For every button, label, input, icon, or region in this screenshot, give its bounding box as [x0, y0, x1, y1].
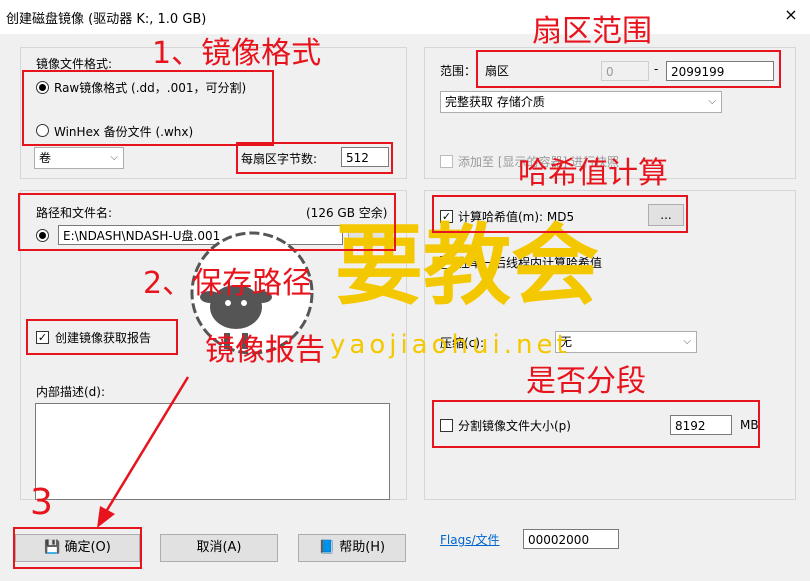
- flags-link[interactable]: Flags/文件: [440, 531, 500, 548]
- help-book-icon: 📘: [318, 540, 340, 555]
- hash-highlight-box: [432, 195, 688, 233]
- description-textarea[interactable]: [35, 403, 390, 500]
- cancel-button[interactable]: 取消(A): [160, 534, 278, 562]
- ok-highlight-box: [13, 527, 142, 569]
- range-label: 范围：: [440, 64, 477, 78]
- annotation-report: 镜像报告: [205, 333, 325, 368]
- compress-select[interactable]: 无 ⌵: [555, 331, 697, 353]
- chevron-down-icon: ⌵: [708, 96, 716, 107]
- report-highlight-box: [26, 319, 178, 355]
- chevron-down-icon: ⌵: [110, 152, 118, 163]
- volume-select-value: 卷: [39, 151, 52, 165]
- range-highlight-box: [476, 50, 781, 88]
- help-button[interactable]: 📘 帮助(H): [298, 534, 406, 562]
- close-button[interactable]: ×: [780, 4, 802, 26]
- acquire-select[interactable]: 完整获取 存储介质 ⌵: [440, 91, 722, 113]
- split-highlight-box: [432, 400, 760, 448]
- description-label: 内部描述(d):: [36, 385, 106, 399]
- help-label: 帮助(H): [339, 540, 386, 555]
- window-title: 创建磁盘镜像 (驱动器 K:, 1.0 GB): [6, 12, 207, 27]
- chevron-down-icon: ⌵: [683, 336, 691, 347]
- volume-select[interactable]: 卷 ⌵: [34, 147, 124, 169]
- flags-input[interactable]: 00002000: [523, 529, 619, 549]
- path-highlight-box: [18, 193, 396, 251]
- format-highlight-box: [22, 70, 274, 146]
- add-to-container-checkbox[interactable]: [440, 155, 453, 168]
- annotation-format: 1、镜像格式: [152, 36, 322, 71]
- bytes-highlight-box: [236, 142, 393, 174]
- annotation-range: 扇区范围: [532, 14, 652, 49]
- acquire-select-value: 完整获取 存储介质: [445, 95, 545, 109]
- annotation-split: 是否分段: [526, 364, 646, 399]
- annotation-step-3: 3: [30, 482, 53, 523]
- annotation-hash: 哈希值计算: [518, 156, 668, 191]
- annotation-path: 2、保存路径: [143, 266, 313, 301]
